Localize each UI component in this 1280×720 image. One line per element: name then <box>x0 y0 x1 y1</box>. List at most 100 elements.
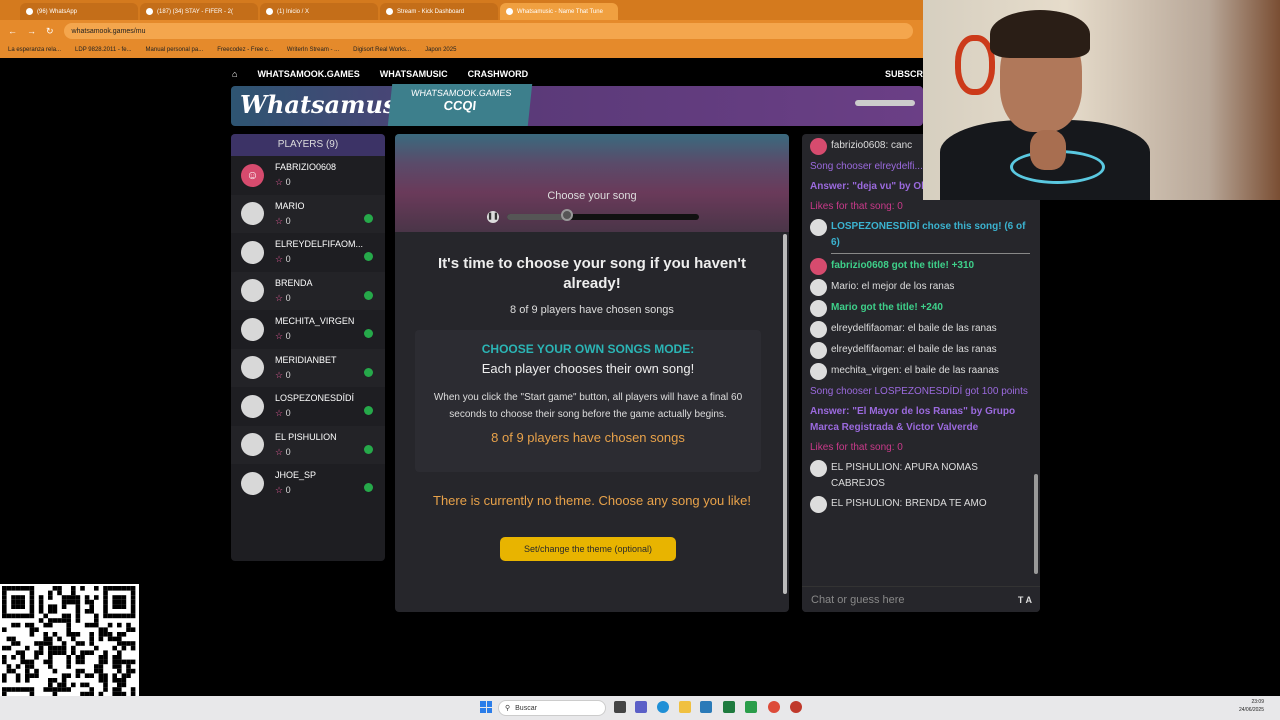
player-name: LOSPEZONESDÍDÍ <box>275 393 355 404</box>
mode-title: CHOOSE YOUR OWN SONGS MODE: <box>481 342 695 356</box>
players-panel: PLAYERS (9) ☺ FABRIZIO0608 ☆ 0 MARIO ☆ 0 ELRE… <box>231 134 385 561</box>
bookmark-item[interactable]: WriterIn Stream - ... <box>287 47 339 53</box>
chat-scrollbar[interactable] <box>1034 474 1038 574</box>
pause-icon[interactable]: ❚❚ <box>487 211 499 223</box>
star-icon: ☆ <box>275 485 286 496</box>
song-progress-knob[interactable] <box>560 209 573 221</box>
site-nav-link[interactable]: WHATSAMOOK.GAMES <box>257 69 359 79</box>
chat-message-text: fabrizio0608 got the title! +310 <box>831 260 975 271</box>
ready-check-icon <box>364 213 373 223</box>
player-info: BRENDA ☆ 0 <box>275 276 313 306</box>
choose-song-label[interactable]: Choose your song <box>395 190 789 202</box>
player-row[interactable]: JHOE_SP ☆ 0 <box>231 464 385 503</box>
store-icon[interactable] <box>700 701 712 713</box>
chat-message: Mario: el mejor de los ranas <box>810 279 1030 296</box>
player-info: LOSPEZONESDÍDÍ ☆ 0 <box>275 391 354 421</box>
player-row[interactable]: MERIDIANBET ☆ 0 <box>231 348 385 387</box>
player-avatar <box>241 317 264 341</box>
chat-message-text: Answer: "El Mayor de los Ranas" by Grupo… <box>810 406 1016 433</box>
chair-logo <box>955 35 995 95</box>
chat-message: LOSPEZONESDÍDÍ chose this song! (6 of 6) <box>810 219 1030 254</box>
ready-check-icon <box>364 290 373 300</box>
set-theme-button[interactable]: Set/change the theme (optional) <box>500 537 676 561</box>
clock-date: 24/06/2025 <box>1238 707 1264 713</box>
bookmark-item[interactable]: La esperanza rela... <box>8 47 61 53</box>
center-scrollbar[interactable] <box>783 234 787 594</box>
subscribe-link[interactable]: SUBSCR <box>885 69 923 79</box>
chat-message-text: elreydelfifaomar: el baile de las ranas <box>831 323 997 334</box>
player-row[interactable]: MARIO ☆ 0 <box>231 194 385 233</box>
player-score-value: 0 <box>285 292 291 303</box>
star-icon: ☆ <box>275 215 286 226</box>
player-row[interactable]: EL PISHULION ☆ 0 <box>231 425 385 464</box>
bookmark-item[interactable]: Manual personal pa... <box>146 47 204 53</box>
player-avatar <box>241 279 264 303</box>
choose-song-title: It's time to choose your song if you hav… <box>437 255 746 292</box>
player-row[interactable]: ☺ FABRIZIO0608 ☆ 0 <box>231 156 385 195</box>
streamer-hand <box>1030 130 1066 170</box>
text-format-icon[interactable]: T A <box>1018 595 1032 605</box>
back-icon[interactable]: ← <box>8 26 17 36</box>
chat-message: Likes for that song: 0 <box>810 199 1030 215</box>
player-name: EL PISHULION <box>275 431 337 442</box>
taskbar-clock[interactable]: 23:09 24/06/2025 <box>1239 698 1264 714</box>
file-explorer-icon[interactable] <box>679 701 691 713</box>
player-row[interactable]: LOSPEZONESDÍDÍ ☆ 0 <box>231 387 385 426</box>
player-score: ☆ 0 <box>275 483 316 498</box>
player-avatar <box>241 433 264 457</box>
player-score: ☆ 0 <box>275 214 305 229</box>
browser-tab[interactable]: (96) WhatsApp <box>20 3 138 20</box>
site-nav-link[interactable]: CRASHWORD <box>468 69 529 79</box>
chat-message: elreydelfifaomar: el baile de las ranas <box>810 321 1030 338</box>
obs-icon[interactable] <box>790 701 802 713</box>
bookmark-item[interactable]: Freecodez - Free c... <box>217 47 273 53</box>
windows-start-icon[interactable] <box>480 701 492 713</box>
player-name: FABRIZIO0608 <box>275 162 337 173</box>
edge-icon[interactable] <box>657 701 669 713</box>
forward-icon[interactable]: → <box>27 26 36 36</box>
taskbar-search[interactable]: ⚲ Buscar <box>498 700 606 716</box>
player-score-value: 0 <box>285 408 291 419</box>
browser-tab[interactable]: (1) Inicio / X <box>260 3 378 20</box>
chat-message-text: Likes for that song: 0 <box>810 201 903 212</box>
tab-label: (1) Inicio / X <box>277 8 310 15</box>
task-view-icon[interactable] <box>614 701 626 713</box>
chat-message-text: EL PISHULION: BRENDA TE AMO <box>831 498 987 509</box>
excel-icon[interactable] <box>723 701 735 713</box>
browser-tab[interactable]: Stream - Kick Dashboard <box>380 3 498 20</box>
volume-slider[interactable] <box>855 100 915 106</box>
player-avatar <box>241 471 264 495</box>
chat-message-text: fabrizio0608: canc <box>831 140 913 151</box>
chat-panel: fabrizio0608: canc Song chooser elreydelf… <box>802 134 1040 612</box>
player-info: JHOE_SP ☆ 0 <box>275 468 316 498</box>
home-icon[interactable]: ⌂ <box>232 69 237 79</box>
browser-tab[interactable]: Whatsamusic - Name That Tune <box>500 3 618 20</box>
chrome-icon[interactable] <box>768 701 780 713</box>
browser-tab[interactable]: (187) (34) STAY - FIFER - 2( <box>140 3 258 20</box>
player-row[interactable]: MECHITA_VIRGEN ☆ 0 <box>231 310 385 349</box>
bookmark-item[interactable]: Japon 2025 <box>425 47 456 53</box>
taskbar-search-label: Buscar <box>515 704 537 712</box>
tab-label: Whatsamusic - Name That Tune <box>517 8 603 15</box>
chat-message: EL PISHULION: BRENDA TE AMO <box>810 496 1030 513</box>
chat-input[interactable]: Chat or guess here <box>802 586 1040 612</box>
chat-message-text: Song chooser LOSPEZONESDÍDÍ got 100 poin… <box>810 386 1028 397</box>
player-row[interactable]: BRENDA ☆ 0 <box>231 271 385 310</box>
star-icon: ☆ <box>275 254 286 265</box>
player-row[interactable]: ELREYDELFIFAOM... ☆ 0 <box>231 233 385 272</box>
mode-box: CHOOSE YOUR OWN SONGS MODE: Each player … <box>415 330 761 472</box>
player-name: MERIDIANBET <box>275 354 337 365</box>
xbox-icon[interactable] <box>745 701 757 713</box>
url-input[interactable]: whatsamook.games/mu <box>63 23 913 39</box>
chat-avatar <box>810 460 827 477</box>
bookmark-item[interactable]: LDP 9828.2011 - fe... <box>75 47 131 53</box>
site-nav-link[interactable]: WHATSAMUSIC <box>380 69 448 79</box>
mode-chosen-count: 8 of 9 players have chosen songs <box>491 430 685 445</box>
teams-icon[interactable] <box>635 701 647 713</box>
reload-icon[interactable]: ↻ <box>46 26 54 37</box>
chat-avatar <box>810 279 827 296</box>
player-avatar <box>241 240 264 264</box>
bookmark-item[interactable]: Digisort Real Works... <box>353 47 411 53</box>
room-code-badge: WHATSAMOOK.GAMES CCQI <box>387 84 533 126</box>
chat-avatar <box>810 258 827 275</box>
